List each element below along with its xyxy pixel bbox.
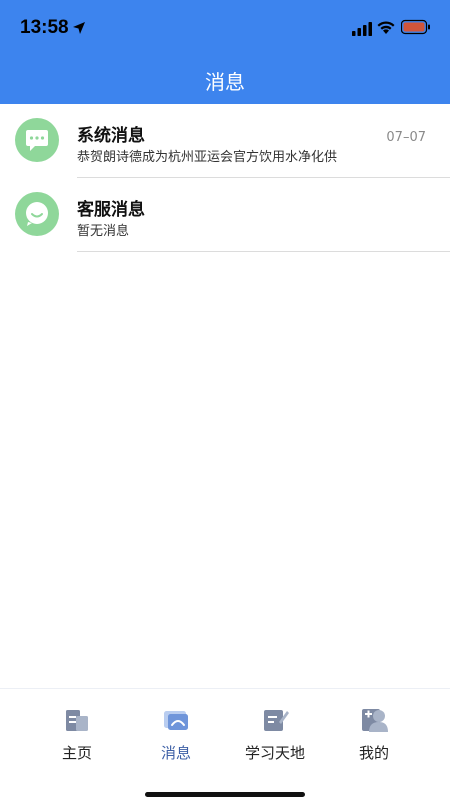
chat-bubble-smile-icon (26, 202, 48, 226)
bottom-tab-bar: 主页 消息 学习天地 我的 (0, 688, 450, 800)
status-time: 13:58 (20, 17, 69, 38)
message-list: 系统消息 恭贺朗诗德成为杭州亚运会官方饮用水净化供 07–07 客服消息 暂无消… (0, 104, 450, 252)
battery-icon (401, 19, 430, 35)
tab-label: 我的 (358, 744, 389, 762)
message-date: 07–07 (386, 130, 426, 145)
tab-label: 消息 (160, 744, 191, 762)
tab-study[interactable]: 学习天地 (225, 705, 325, 763)
message-title: 系统消息 (77, 126, 145, 146)
tab-home[interactable]: 主页 (27, 705, 127, 763)
divider (77, 251, 450, 252)
service-message-avatar (15, 192, 59, 236)
message-item-service[interactable]: 客服消息 暂无消息 (0, 178, 450, 252)
wifi-icon (377, 21, 395, 34)
top-header: 13:58 消息 (0, 0, 450, 104)
profile-icon (362, 709, 388, 732)
tab-messages[interactable]: 消息 (126, 705, 226, 763)
status-bar: 13:58 (0, 0, 450, 56)
study-notes-icon (264, 710, 289, 731)
cellular-signal-icon (352, 22, 372, 36)
page-title: 消息 (205, 70, 245, 94)
message-preview: 暂无消息 (77, 224, 130, 239)
message-preview: 恭贺朗诗德成为杭州亚运会官方饮用水净化供 (77, 150, 338, 165)
home-indicator (145, 792, 305, 797)
tab-label: 学习天地 (244, 744, 305, 762)
chat-bubble-dots-icon (26, 130, 48, 151)
message-title: 客服消息 (77, 200, 145, 220)
location-arrow-icon (73, 22, 85, 34)
tab-label: 主页 (61, 744, 92, 762)
message-item-system[interactable]: 系统消息 恭贺朗诗德成为杭州亚运会官方饮用水净化供 07–07 (0, 104, 450, 178)
home-building-icon (66, 710, 88, 731)
tab-profile[interactable]: 我的 (324, 705, 424, 763)
message-icon (164, 711, 188, 730)
system-message-avatar (15, 118, 59, 162)
